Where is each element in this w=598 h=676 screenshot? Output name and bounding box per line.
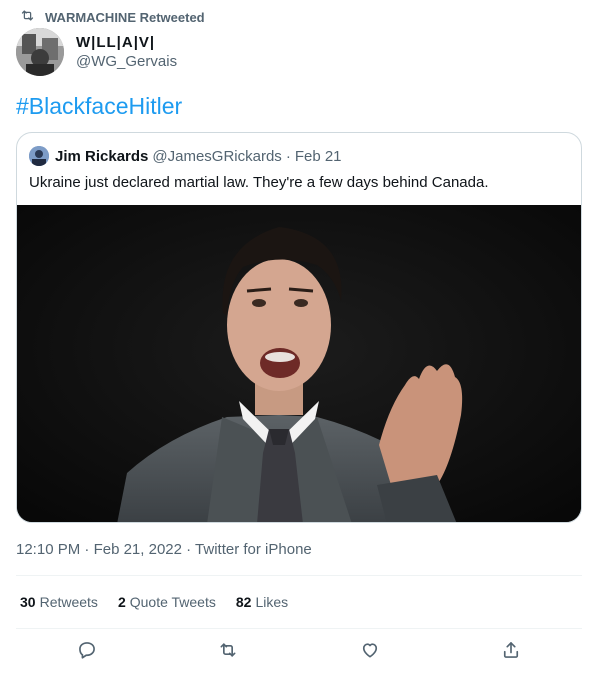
author-avatar[interactable]	[16, 28, 64, 76]
reply-button[interactable]	[75, 640, 99, 664]
quoted-tweet-date: Feb 21	[294, 147, 342, 165]
author-handle[interactable]: @WG_Gervais	[76, 52, 177, 72]
quoted-tweet-photo[interactable]	[17, 205, 581, 522]
reply-icon	[77, 640, 97, 665]
retweet-icon	[218, 640, 238, 665]
meta-separator: ·	[84, 541, 90, 558]
meta-separator: ·	[186, 541, 192, 558]
tweet-author: W|LL|A|V| @WG_Gervais	[16, 28, 177, 76]
quoted-tweet-card[interactable]: Jim Rickards @JamesGRickards · Feb 21 Uk…	[16, 132, 582, 523]
quoted-tweet-text: Ukraine just declared martial law. They'…	[29, 174, 489, 191]
like-button[interactable]	[358, 640, 382, 664]
quoted-author-avatar	[29, 146, 49, 166]
divider	[16, 628, 582, 629]
heart-icon	[360, 640, 380, 665]
quoted-author-name: Jim Rickards	[55, 147, 149, 165]
quoted-header-separator: ·	[285, 147, 291, 165]
tweet-actions	[16, 640, 582, 664]
tweet-source[interactable]: Twitter for iPhone	[195, 541, 312, 558]
retweet-button[interactable]	[216, 640, 240, 664]
tweet-date[interactable]: Feb 21, 2022	[94, 541, 182, 558]
retweet-context-label: WARMACHINE Retweeted	[45, 9, 205, 25]
author-name[interactable]: W|LL|A|V|	[76, 34, 177, 52]
retweet-icon	[20, 8, 35, 26]
share-icon	[501, 640, 521, 665]
retweet-context[interactable]: WARMACHINE Retweeted	[20, 8, 205, 26]
likes-stat[interactable]: 82 Likes	[236, 592, 288, 612]
share-button[interactable]	[499, 640, 523, 664]
hashtag-link[interactable]: #BlackfaceHitler	[16, 92, 182, 120]
divider	[16, 575, 582, 576]
tweet-timestamp[interactable]: 12:10 PM	[16, 541, 80, 558]
retweets-stat[interactable]: 30 Retweets	[20, 592, 98, 612]
tweet-stats: 30 Retweets 2 Quote Tweets 82 Likes	[20, 592, 288, 612]
tweet-meta: 12:10 PM · Feb 21, 2022 · Twitter for iP…	[16, 540, 312, 560]
quoted-tweet-header: Jim Rickards @JamesGRickards · Feb 21	[29, 146, 342, 166]
quote-tweets-stat[interactable]: 2 Quote Tweets	[118, 592, 216, 612]
quoted-author-handle: @JamesGRickards	[152, 147, 282, 165]
